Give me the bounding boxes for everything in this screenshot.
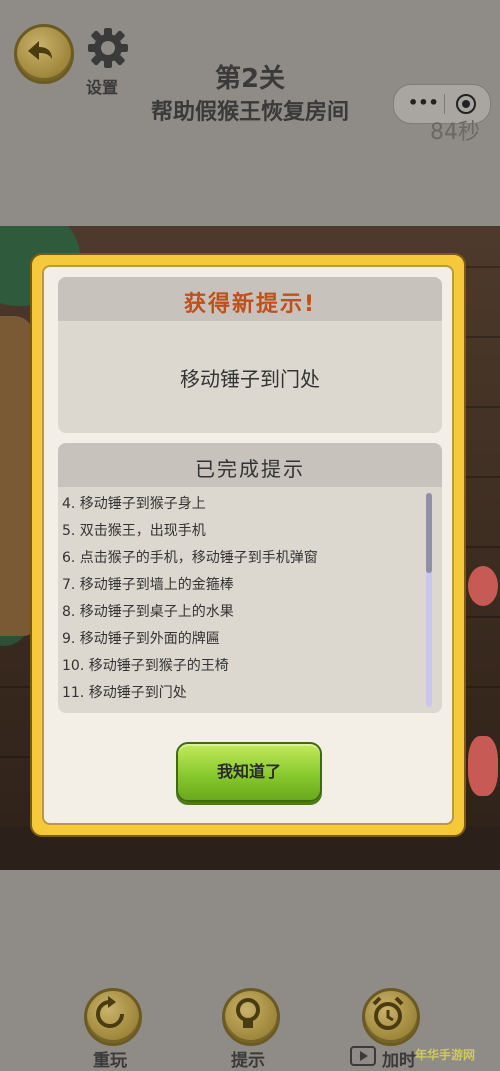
scrollbar-thumb[interactable] — [426, 493, 432, 573]
settings-button[interactable]: 设置 — [82, 24, 134, 98]
back-arrow-icon — [28, 41, 52, 60]
level-title: 第2关 — [214, 64, 286, 94]
watermark: 年华手游网 — [415, 1048, 476, 1062]
lightbulb-icon — [236, 998, 260, 1028]
close-icon[interactable] — [456, 94, 476, 114]
completed-hints-panel: 已完成提示 4. 移动锤子到猴子身上 5. 双击猴王，出现手机 6. 点击猴子的… — [58, 443, 442, 713]
list-item: 8. 移动锤子到桌子上的水果 — [62, 604, 234, 620]
hint-label: 提示 — [231, 1051, 265, 1071]
add-time-button[interactable] — [362, 988, 420, 1046]
list-item: 5. 双击猴王，出现手机 — [62, 523, 206, 539]
restart-button[interactable] — [84, 988, 142, 1046]
alarm-clock-icon — [372, 996, 404, 1030]
list-item: 7. 移动锤子到墙上的金箍棒 — [62, 577, 234, 593]
new-hint-title: 获得新提示! — [183, 292, 317, 317]
list-item: 9. 移动锤子到外面的牌匾 — [62, 631, 220, 647]
level-subtitle: 帮助假猴王恢复房间 — [150, 100, 349, 125]
timer: 84秒 — [430, 120, 480, 145]
got-it-button[interactable]: 我知道了 — [176, 742, 322, 802]
monkey-figure[interactable] — [0, 316, 34, 636]
list-item: 11. 移动锤子到门处 — [62, 685, 187, 701]
restart-icon — [96, 996, 124, 1028]
completed-hints-title: 已完成提示 — [195, 457, 305, 481]
more-icon[interactable]: ••• — [408, 93, 439, 112]
list-item: 4. 移动锤子到猴子身上 — [62, 496, 206, 512]
new-hint-panel: 获得新提示! 移动锤子到门处 — [58, 277, 442, 433]
list-item: 6. 点击猴子的手机，移动锤子到手机弹窗 — [62, 550, 318, 566]
fruit-icon[interactable] — [468, 566, 498, 606]
fruit-icon[interactable] — [468, 736, 498, 796]
settings-label: 设置 — [86, 78, 119, 97]
hint-dialog-body: 获得新提示! 移动锤子到门处 已完成提示 4. 移动锤子到猴子身上 5. 双击猴… — [42, 265, 454, 825]
restart-label: 重玩 — [93, 1051, 127, 1071]
scrollbar[interactable] — [426, 493, 432, 707]
gear-icon — [88, 28, 128, 68]
new-hint-text: 移动锤子到门处 — [180, 367, 320, 391]
completed-hints-list[interactable]: 4. 移动锤子到猴子身上 5. 双击猴王，出现手机 6. 点击猴子的手机，移动锤… — [62, 491, 422, 707]
list-item: 10. 移动锤子到猴子的王椅 — [62, 658, 229, 674]
video-icon — [350, 1046, 376, 1066]
hint-button[interactable] — [222, 988, 280, 1046]
back-button[interactable] — [14, 24, 74, 84]
